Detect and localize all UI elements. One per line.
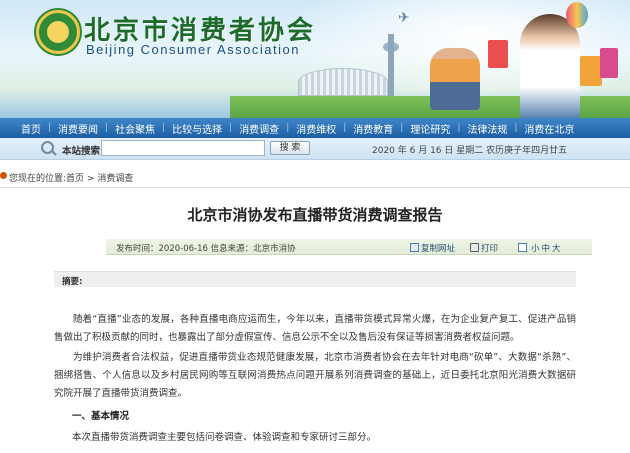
nav-separator: |: [400, 123, 404, 133]
section-paragraph: 本次直播带货消费调查主要包括问卷调查、体验调查和专家研讨三部分。: [72, 432, 377, 443]
shopping-bag-graphic: [580, 56, 602, 86]
font-size-switcher: 小中大: [518, 242, 561, 254]
search-input[interactable]: [101, 140, 265, 156]
copy-url-button[interactable]: 复制网址: [410, 242, 455, 254]
nav-item-compare[interactable]: 比较与选择: [172, 121, 222, 136]
copy-icon: [410, 243, 419, 252]
banner-stadium-graphic: [298, 68, 388, 96]
article-paragraph: 随着“直播”业态的发展，各种直播电商应运而生，今年以来，直播带货模式异常火爆，在…: [54, 314, 576, 343]
banner-tower-graphic: [388, 34, 394, 96]
search-label: 本站搜索:: [62, 146, 104, 157]
nav-separator: |: [286, 123, 290, 133]
divider: [0, 187, 630, 188]
article-title: 北京市消协发布直播带货消费调查报告: [187, 206, 443, 224]
shopping-bag-graphic: [600, 48, 618, 78]
nav-separator: |: [105, 123, 109, 133]
nav-separator: |: [343, 123, 347, 133]
breadcrumb-prefix: 您现在的位置:: [9, 174, 67, 184]
nav-separator: |: [457, 123, 461, 133]
article-paragraph: 为维护消费者合法权益，促进直播带货业态规范健康发展，北京市消费者协会在去年针对电…: [54, 352, 576, 399]
association-logo[interactable]: [36, 10, 80, 54]
airplane-icon: ✈: [398, 10, 410, 26]
date-display: 2020 年 6 月 16 日 星期二 农历庚子年四月廿五: [372, 146, 568, 156]
search-bar: 本站搜索: 搜 索 2020 年 6 月 16 日 星期二 农历庚子年四月廿五: [0, 138, 630, 160]
breadcrumb-current-link[interactable]: 消费调查: [97, 174, 133, 184]
nav-item-research[interactable]: 理论研究: [410, 121, 450, 136]
nav-item-rights[interactable]: 消费维权: [296, 121, 336, 136]
nav-item-focus[interactable]: 社会聚焦: [115, 121, 155, 136]
site-subtitle: Beijing Consumer Association: [86, 42, 300, 57]
nav-item-beijing[interactable]: 消费在北京: [524, 121, 574, 136]
print-button[interactable]: 打印: [470, 242, 498, 254]
search-button[interactable]: 搜 索: [270, 141, 310, 155]
breadcrumb-home-link[interactable]: 首页: [66, 174, 84, 184]
article-meta-bar: 发布时间：2020-06-16 信息来源：北京市消协 复制网址 打印 小中大: [106, 239, 592, 255]
shopping-bag-graphic: [488, 40, 508, 68]
banner-family-graphic: [430, 48, 480, 110]
banner-woman-graphic: [520, 14, 580, 118]
nav-item-home[interactable]: 首页: [21, 121, 41, 136]
nav-item-education[interactable]: 消费教育: [353, 121, 393, 136]
print-icon: [470, 243, 479, 252]
font-size-small[interactable]: 小: [531, 244, 540, 254]
nav-item-survey[interactable]: 消费调查: [239, 121, 279, 136]
nav-item-news[interactable]: 消费要闻: [58, 121, 98, 136]
summary-label: 摘要:: [62, 277, 83, 287]
print-label: 打印: [481, 244, 499, 254]
breadcrumb-text: 您现在的位置:首页 > 消费调查: [9, 171, 133, 184]
search-icon-handle: [51, 150, 57, 156]
section-heading: 一、基本情况: [72, 411, 130, 422]
site-banner: ✈ 北京市消费者协会 Beijing Consumer Association: [0, 0, 630, 118]
copy-url-label: 复制网址: [421, 244, 456, 254]
balloon-graphic: [566, 2, 588, 28]
nav-separator: |: [229, 123, 233, 133]
font-size-large[interactable]: 大: [552, 244, 561, 254]
nav-item-law[interactable]: 法律法规: [467, 121, 507, 136]
article-meta: 发布时间：2020-06-16 信息来源：北京市消协: [116, 244, 296, 254]
font-size-icon: [518, 243, 527, 252]
nav-separator: |: [48, 123, 52, 133]
breadcrumb-separator: >: [84, 174, 98, 184]
summary-box: 摘要:: [54, 271, 576, 287]
main-nav: 首页 | 消费要闻 | 社会聚焦 | 比较与选择 | 消费调查 | 消费维权 |…: [0, 118, 630, 138]
font-size-medium[interactable]: 中: [542, 244, 551, 254]
nav-separator: |: [162, 123, 166, 133]
breadcrumb: 您现在的位置:首页 > 消费调查: [0, 171, 630, 184]
location-icon: [0, 172, 7, 179]
nav-separator: |: [514, 123, 518, 133]
